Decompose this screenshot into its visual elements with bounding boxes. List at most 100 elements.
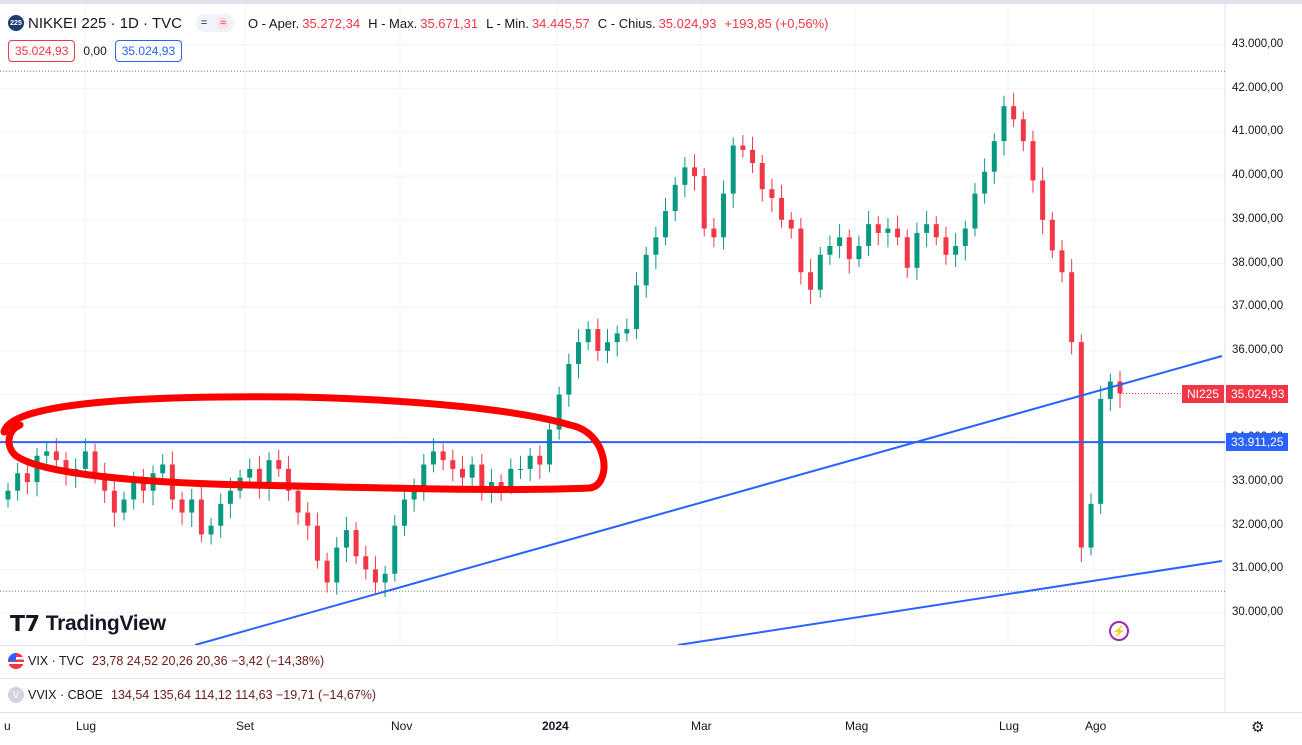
candle-body bbox=[546, 429, 552, 465]
candle-body bbox=[779, 197, 785, 220]
tradingview-mark-icon: 𝗧𝟳 bbox=[10, 611, 40, 636]
y-tick: 42.000,00 bbox=[1232, 81, 1284, 94]
high-label: H - Max. bbox=[368, 15, 418, 31]
x-tick: Nov bbox=[391, 719, 413, 733]
candle-body bbox=[914, 232, 920, 268]
sell-price-button[interactable]: 35.024,93 bbox=[8, 40, 76, 62]
x-tick: Set bbox=[236, 719, 255, 733]
candle-body bbox=[982, 171, 988, 194]
candle-body bbox=[692, 167, 698, 177]
horizontal-line-price-tag: 33.911,25 bbox=[1226, 433, 1288, 452]
x-tick: u bbox=[4, 719, 11, 733]
candle-body bbox=[1069, 272, 1075, 343]
candle-body bbox=[334, 547, 340, 583]
indicator-values: 23,78 24,52 20,26 20,36 −3,42 (−14,38%) bbox=[92, 654, 325, 668]
candle-body bbox=[1098, 398, 1104, 504]
candle-body bbox=[517, 468, 523, 470]
candle-body bbox=[421, 464, 427, 487]
candle-body bbox=[953, 246, 959, 255]
candle-body bbox=[846, 237, 852, 260]
candle-body bbox=[227, 490, 233, 504]
candle-body bbox=[808, 272, 814, 290]
candle-body bbox=[218, 503, 224, 526]
candle-body bbox=[585, 329, 591, 343]
candle-body bbox=[392, 525, 398, 574]
candle-body bbox=[643, 254, 649, 286]
candle-body bbox=[701, 176, 707, 229]
symbol-logo-icon: 225 bbox=[8, 15, 24, 31]
indicator-vvix[interactable]: V VVIX · CBOE 134,54 135,64 114,12 114,6… bbox=[8, 687, 376, 703]
tradingview-logo[interactable]: 𝗧𝟳 TradingView bbox=[10, 611, 166, 637]
lightning-icon[interactable]: ⚡ bbox=[1109, 621, 1129, 641]
indicator-vix[interactable]: VIX · TVC 23,78 24,52 20,26 20,36 −3,42 … bbox=[8, 653, 324, 669]
candle-body bbox=[305, 512, 311, 526]
approx-icon[interactable]: ≈ bbox=[217, 17, 230, 29]
candle-body bbox=[53, 451, 59, 461]
candle-body bbox=[866, 224, 872, 247]
candle-body bbox=[653, 237, 659, 255]
candle-body bbox=[750, 149, 756, 163]
x-tick: Mar bbox=[691, 719, 712, 733]
candle-body bbox=[740, 145, 746, 150]
y-tick: 32.000,00 bbox=[1232, 518, 1284, 531]
candle-body bbox=[924, 224, 930, 233]
candle-body bbox=[324, 560, 330, 583]
candle-body bbox=[121, 499, 127, 513]
y-tick: 30.000,00 bbox=[1232, 606, 1284, 619]
candle-body bbox=[605, 342, 611, 351]
open-label: O - Aper. bbox=[247, 15, 300, 31]
candle-body bbox=[401, 499, 407, 526]
candle-body bbox=[721, 193, 727, 238]
y-tick: 37.000,00 bbox=[1232, 300, 1284, 313]
settings-gear-icon[interactable]: ⚙ bbox=[1251, 718, 1264, 736]
candle-body bbox=[5, 490, 11, 500]
candle-body bbox=[972, 193, 978, 229]
candle-body bbox=[875, 224, 881, 233]
buy-price-button[interactable]: 35.024,93 bbox=[114, 40, 183, 62]
x-tick: Mag bbox=[845, 719, 869, 733]
candle-body bbox=[189, 499, 195, 513]
candle-body bbox=[730, 145, 736, 194]
candle-body bbox=[769, 189, 775, 198]
candle-body bbox=[92, 451, 98, 474]
candle-body bbox=[837, 237, 843, 247]
candle-body bbox=[1059, 250, 1065, 273]
candle-body bbox=[82, 451, 88, 469]
candle-body bbox=[179, 499, 185, 513]
candle-body bbox=[943, 237, 949, 255]
x-tick: 2024 bbox=[542, 719, 569, 733]
candle-body bbox=[576, 342, 582, 365]
close-value: 35.024,93 bbox=[658, 15, 717, 31]
indicator-name: VVIX · CBOE bbox=[28, 688, 104, 702]
candle-body bbox=[430, 451, 436, 465]
candle-body bbox=[469, 464, 475, 478]
candle-body bbox=[566, 364, 572, 395]
candle-body bbox=[508, 468, 514, 487]
candle-body bbox=[798, 228, 804, 273]
y-tick: 38.000,00 bbox=[1232, 256, 1284, 269]
candle-body bbox=[827, 246, 833, 255]
price-chart[interactable] bbox=[0, 0, 1302, 745]
change-value: +193,85 (+0,56%) bbox=[724, 15, 829, 31]
vvix-logo-icon: V bbox=[8, 687, 24, 703]
x-tick: Lug bbox=[76, 719, 97, 733]
divider bbox=[0, 678, 1225, 679]
y-tick: 41.000,00 bbox=[1232, 125, 1284, 138]
candle-body bbox=[537, 455, 543, 465]
candle-body bbox=[672, 184, 678, 212]
candle-body bbox=[1030, 141, 1036, 181]
candle-body bbox=[1020, 119, 1026, 142]
candle-body bbox=[372, 569, 378, 583]
candle-body bbox=[1049, 219, 1055, 251]
candle-body bbox=[440, 451, 446, 461]
candle-body bbox=[314, 525, 320, 561]
candle-body bbox=[1078, 342, 1084, 548]
candle-body bbox=[24, 473, 30, 482]
legend-toggle[interactable]: = ≈ bbox=[195, 14, 234, 32]
symbol-title[interactable]: NIKKEI 225 · 1D · TVC bbox=[28, 15, 182, 32]
minus-icon[interactable]: = bbox=[201, 17, 207, 29]
y-tick: 39.000,00 bbox=[1232, 212, 1284, 225]
candle-body bbox=[198, 499, 204, 535]
candle-body bbox=[634, 285, 640, 330]
candle-body bbox=[885, 228, 891, 233]
